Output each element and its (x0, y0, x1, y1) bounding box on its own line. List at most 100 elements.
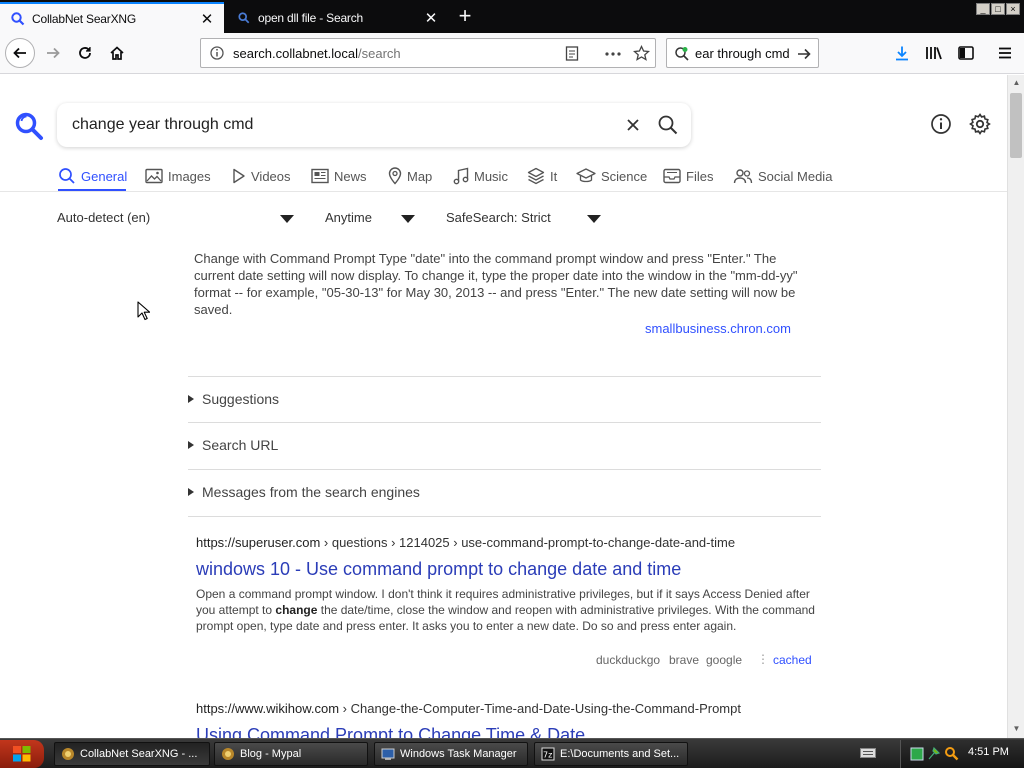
result-breadcrumbs: › questions › 1214025 › use-command-prom… (320, 535, 736, 550)
search-url-toggle[interactable]: Search URL (188, 437, 278, 453)
engine-messages-toggle[interactable]: Messages from the search engines (188, 484, 420, 500)
answer-text: Change with Command Prompt Type "date" i… (194, 251, 798, 317)
menu-button[interactable] (990, 38, 1020, 68)
search-input[interactable]: change year through cmd (72, 116, 253, 134)
category-videos[interactable]: Videos (232, 162, 291, 190)
search-engine-icon (675, 47, 689, 61)
mypal-browser-icon (62, 748, 74, 760)
arrow-left-icon (13, 47, 26, 59)
mouse-cursor-icon (137, 301, 150, 321)
result-url[interactable]: https://superuser.com › questions › 1214… (196, 535, 735, 550)
gear-icon[interactable] (968, 112, 992, 136)
home-icon (110, 46, 124, 60)
category-label: News (334, 168, 367, 184)
category-news[interactable]: News (311, 162, 367, 190)
close-tab-icon[interactable]: ✕ (196, 8, 218, 30)
chevron-down-icon[interactable] (401, 215, 415, 223)
category-social-media[interactable]: Social Media (733, 162, 832, 190)
url-path: /search (358, 46, 401, 61)
minimize-button[interactable]: _ (976, 3, 990, 15)
windows-logo-icon (13, 746, 31, 762)
category-it[interactable]: It (527, 162, 557, 190)
category-music[interactable]: Music (453, 162, 508, 190)
result-url[interactable]: https://www.wikihow.com › Change-the-Com… (196, 701, 741, 716)
taskbar-item-task-manager[interactable]: Windows Task Manager (374, 742, 528, 766)
reload-button[interactable] (70, 38, 100, 68)
divider (188, 469, 821, 470)
maximize-button[interactable]: □ (991, 3, 1005, 15)
result-title-link[interactable]: Using Command Prompt to Change Time & Da… (196, 725, 585, 738)
category-label: Science (601, 168, 648, 184)
tab-open-dll-search[interactable]: open dll file - Search ✕ (226, 2, 448, 33)
divider (0, 191, 1007, 192)
tray-tool-icon[interactable] (927, 746, 941, 761)
page-scrollbar[interactable]: ▲ ▼ (1007, 75, 1024, 738)
separator: ⋮ (757, 652, 769, 666)
new-tab-button[interactable]: + (452, 5, 478, 28)
tab-collabnet-searxng[interactable]: CollabNet SearXNG ✕ (0, 2, 224, 33)
taskbar-item-7zip[interactable]: 7z E:\Documents and Set... (534, 742, 688, 766)
search-bar-text[interactable]: ear through cmd (695, 46, 790, 61)
chevron-down-icon[interactable] (587, 215, 601, 223)
network-icon[interactable] (910, 747, 924, 761)
safesearch-select[interactable]: SafeSearch: Strict (446, 210, 551, 228)
keyboard-icon[interactable] (860, 747, 876, 759)
sidebar-button[interactable] (951, 38, 981, 68)
url-text[interactable]: search.collabnet.local/search (233, 46, 401, 61)
result-host: https://superuser.com (196, 535, 321, 550)
graduation-cap-icon (576, 168, 596, 183)
category-label: It (550, 168, 558, 184)
engine-brave: brave (669, 653, 700, 667)
category-general[interactable]: General (58, 162, 127, 190)
7zip-icon: 7z (541, 747, 555, 761)
chevron-down-icon[interactable] (280, 215, 294, 223)
clear-icon[interactable] (623, 115, 643, 135)
newspaper-icon (311, 168, 329, 184)
library-icon (926, 47, 942, 60)
time-range-select[interactable]: Anytime (325, 210, 372, 228)
taskbar-item-blog[interactable]: Blog - Mypal (214, 742, 368, 766)
start-button[interactable] (0, 740, 44, 768)
search-icon[interactable] (657, 114, 679, 136)
search-bar[interactable]: ear through cmd (666, 38, 819, 68)
system-clock[interactable]: 4:51 PM (968, 746, 1009, 758)
close-tab-icon[interactable]: ✕ (420, 7, 442, 29)
cached-link[interactable]: cached (773, 653, 812, 667)
taskbar-item-collabnet[interactable]: CollabNet SearXNG - ... (54, 742, 210, 766)
people-icon (733, 169, 753, 184)
category-images[interactable]: Images (145, 162, 211, 190)
library-button[interactable] (919, 38, 949, 68)
arrow-right-icon (47, 47, 60, 59)
category-files[interactable]: Files (663, 162, 713, 190)
caret-right-icon (188, 395, 194, 403)
scrollbar-thumb[interactable] (1010, 93, 1022, 158)
bookmark-star-icon (633, 45, 650, 61)
search-tray-icon[interactable] (944, 746, 959, 761)
scroll-down-icon[interactable]: ▼ (1011, 724, 1022, 735)
category-label: Images (168, 168, 211, 184)
section-label: Search URL (202, 437, 279, 453)
forward-button[interactable] (38, 38, 68, 68)
category-science[interactable]: Science (576, 162, 647, 190)
category-label: Files (686, 168, 714, 184)
search-box[interactable]: change year through cmd (57, 103, 691, 147)
home-button[interactable] (102, 38, 132, 68)
scroll-up-icon[interactable]: ▲ (1011, 78, 1022, 89)
answer-source-link[interactable]: smallbusiness.chron.com (645, 321, 791, 336)
searxng-logo-icon[interactable] (14, 111, 44, 141)
language-select[interactable]: Auto-detect (en) (57, 210, 150, 228)
address-bar[interactable]: search.collabnet.local/search (200, 38, 656, 68)
result-title-link[interactable]: windows 10 - Use command prompt to chang… (196, 559, 681, 580)
divider (188, 516, 821, 517)
suggestions-toggle[interactable]: Suggestions (188, 391, 279, 407)
info-icon (210, 46, 224, 60)
category-map[interactable]: Map (388, 162, 432, 190)
search-results-page: change year through cmd General Images V… (0, 75, 1007, 738)
result-host: https://www.wikihow.com (196, 701, 340, 716)
info-icon[interactable] (930, 113, 952, 135)
back-button[interactable] (5, 38, 35, 68)
layers-icon (527, 167, 545, 185)
search-icon (236, 10, 252, 26)
downloads-button[interactable] (887, 38, 917, 68)
close-window-button[interactable]: × (1006, 3, 1020, 15)
